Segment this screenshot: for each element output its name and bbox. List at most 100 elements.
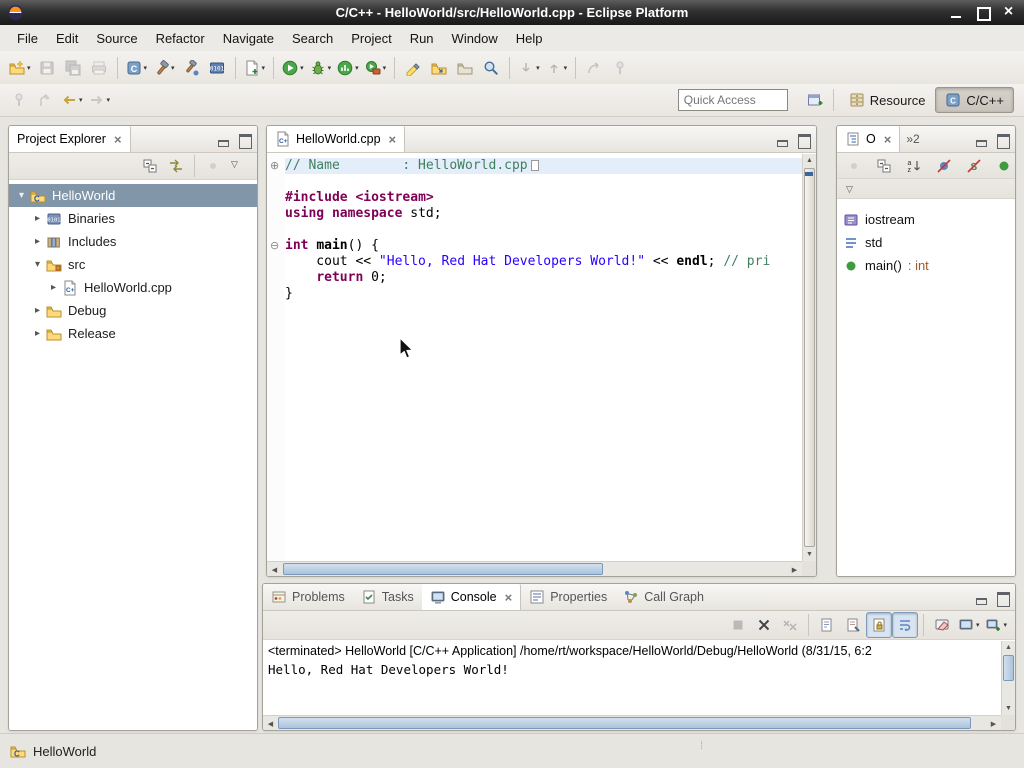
expand-arrow-icon[interactable]: ▸ (29, 213, 46, 224)
dropdown-caret-icon[interactable]: ▾ (1003, 621, 1007, 629)
tree-item-helloworld-cpp[interactable]: ▸C+HelloWorld.cpp (9, 276, 257, 299)
new-cpp-button[interactable]: C▾ (123, 55, 151, 81)
tab-project-explorer[interactable]: Project Explorer × (9, 126, 131, 152)
code-line[interactable]: cout << "Hello, Red Hat Developers World… (285, 254, 802, 270)
maximize-view-button[interactable] (237, 132, 253, 148)
dropdown-caret-icon[interactable]: ▾ (383, 64, 387, 72)
view-menu-button[interactable]: ▽ (226, 153, 252, 179)
scroll-lock-button[interactable] (866, 612, 892, 638)
tree-item-binaries[interactable]: ▸0101Binaries (9, 207, 257, 230)
menu-refactor[interactable]: Refactor (147, 27, 214, 50)
menu-navigate[interactable]: Navigate (214, 27, 283, 50)
code-line[interactable]: } (285, 286, 802, 302)
new-wizard-button[interactable]: ▾ (6, 55, 34, 81)
tab-call-graph[interactable]: Call Graph (615, 584, 712, 610)
collapse-all-button[interactable] (871, 153, 897, 179)
scroll-down-icon[interactable]: ▼ (1002, 702, 1015, 715)
clear-console-button[interactable] (929, 612, 955, 638)
dropdown-caret-icon[interactable]: ▾ (27, 64, 31, 72)
close-icon[interactable]: × (505, 591, 513, 604)
menu-window[interactable]: Window (443, 27, 507, 50)
collapsed-region-icon[interactable] (531, 160, 539, 171)
tab-console[interactable]: Console× (422, 584, 521, 610)
dropdown-caret-icon[interactable]: ▾ (107, 96, 111, 104)
console-horizontal-scrollbar[interactable]: ◀ ▶ (263, 715, 1001, 730)
collapse-arrow-icon[interactable]: ▾ (29, 259, 46, 270)
console-vertical-scrollbar[interactable]: ▲ ▼ (1001, 641, 1015, 715)
fold-collapse-icon[interactable]: ⊖ (270, 238, 279, 254)
menu-source[interactable]: Source (87, 27, 146, 50)
tab-overflow-chevron[interactable]: »2 (900, 126, 925, 152)
outline-item-std[interactable]: std (843, 231, 1009, 254)
menu-run[interactable]: Run (401, 27, 443, 50)
tree-item-debug[interactable]: ▸Debug (9, 299, 257, 322)
build-all-button[interactable] (178, 55, 204, 81)
dropdown-caret-icon[interactable]: ▾ (171, 64, 175, 72)
build-button[interactable]: ▾ (150, 55, 178, 81)
minimize-view-button[interactable] (215, 132, 231, 148)
back-button[interactable]: ▾ (58, 87, 86, 113)
code-editor[interactable]: ⊕ ⊖ // Name : HelloWorld.cpp #include <io… (267, 154, 816, 576)
profile-button[interactable]: ▾ (334, 55, 362, 81)
status-grip[interactable]: ⁞ (700, 740, 704, 752)
dropdown-caret-icon[interactable]: ▾ (536, 64, 540, 72)
search-button[interactable] (478, 55, 504, 81)
scroll-right-icon[interactable]: ▶ (788, 563, 801, 576)
dropdown-caret-icon[interactable]: ▾ (300, 64, 304, 72)
code-area[interactable]: // Name : HelloWorld.cpp #include <iostr… (285, 154, 802, 561)
link-editor-button[interactable] (163, 153, 189, 179)
editor-horizontal-scrollbar[interactable]: ◀ ▶ (267, 561, 802, 576)
scroll-down-icon[interactable]: ▼ (803, 548, 816, 561)
close-icon[interactable]: × (389, 133, 397, 146)
view-menu-button[interactable]: ▽ (843, 180, 861, 198)
code-line[interactable] (285, 174, 802, 190)
editor-vertical-scrollbar[interactable]: ▲ ▼ (802, 154, 816, 561)
tree-item-helloworld[interactable]: ▾CHelloWorld (9, 184, 257, 207)
scroll-right-icon[interactable]: ▶ (987, 717, 1000, 730)
menu-help[interactable]: Help (507, 27, 552, 50)
scroll-left-icon[interactable]: ◀ (268, 563, 281, 576)
scroll-up-icon[interactable]: ▲ (803, 154, 816, 167)
resource-perspective-button[interactable]: Resource (839, 87, 936, 113)
close-icon[interactable]: × (884, 133, 892, 146)
dropdown-caret-icon[interactable]: ▾ (328, 64, 332, 72)
scrollbar-thumb[interactable] (278, 717, 971, 729)
collapse-arrow-icon[interactable]: ▾ (13, 190, 30, 201)
code-line[interactable]: using namespace std; (285, 206, 802, 222)
scrollbar-thumb[interactable] (283, 563, 603, 575)
menu-edit[interactable]: Edit (47, 27, 87, 50)
open-type-button[interactable] (426, 55, 452, 81)
binary-console-button[interactable]: 0101 (204, 55, 230, 81)
tab-helloworld-cpp[interactable]: C+ HelloWorld.cpp × (267, 126, 405, 152)
dropdown-caret-icon[interactable]: ▾ (262, 64, 266, 72)
run-button[interactable]: ▾ (279, 55, 307, 81)
scrollbar-thumb[interactable] (1003, 655, 1014, 681)
open-console-button[interactable]: ▾ (982, 612, 1010, 638)
tab-tasks[interactable]: Tasks (353, 584, 422, 610)
menu-file[interactable]: File (8, 27, 47, 50)
tab-problems[interactable]: Problems (263, 584, 353, 610)
hide-fields-button[interactable] (931, 153, 957, 179)
window-minimize-button[interactable] (948, 4, 965, 21)
outline-item-main[interactable]: main() : int (843, 254, 1009, 277)
export-log-button[interactable] (814, 612, 840, 638)
debug-button[interactable]: ▾ (307, 55, 335, 81)
dropdown-caret-icon[interactable]: ▾ (976, 621, 980, 629)
outline-item-iostream[interactable]: iostream (843, 208, 1009, 231)
window-close-button[interactable]: × (1000, 4, 1017, 21)
display-console-button[interactable]: ▾ (955, 612, 983, 638)
code-line[interactable]: #include <iostream> (285, 190, 802, 206)
console-output-area[interactable]: <terminated> HelloWorld [C/C++ Applicati… (263, 641, 1001, 715)
maximize-view-button[interactable] (995, 132, 1011, 148)
expand-arrow-icon[interactable]: ▸ (29, 236, 46, 247)
menu-search[interactable]: Search (283, 27, 342, 50)
fold-expand-icon[interactable]: ⊕ (270, 158, 279, 174)
tab-properties[interactable]: Properties (521, 584, 615, 610)
scroll-up-icon[interactable]: ▲ (1002, 641, 1015, 654)
scrollbar-thumb[interactable] (804, 168, 815, 547)
close-icon[interactable]: × (114, 133, 122, 146)
hide-static-button[interactable]: S (961, 153, 987, 179)
word-wrap-button[interactable] (892, 612, 918, 638)
code-line[interactable] (285, 222, 802, 238)
dropdown-caret-icon[interactable]: ▾ (355, 64, 359, 72)
